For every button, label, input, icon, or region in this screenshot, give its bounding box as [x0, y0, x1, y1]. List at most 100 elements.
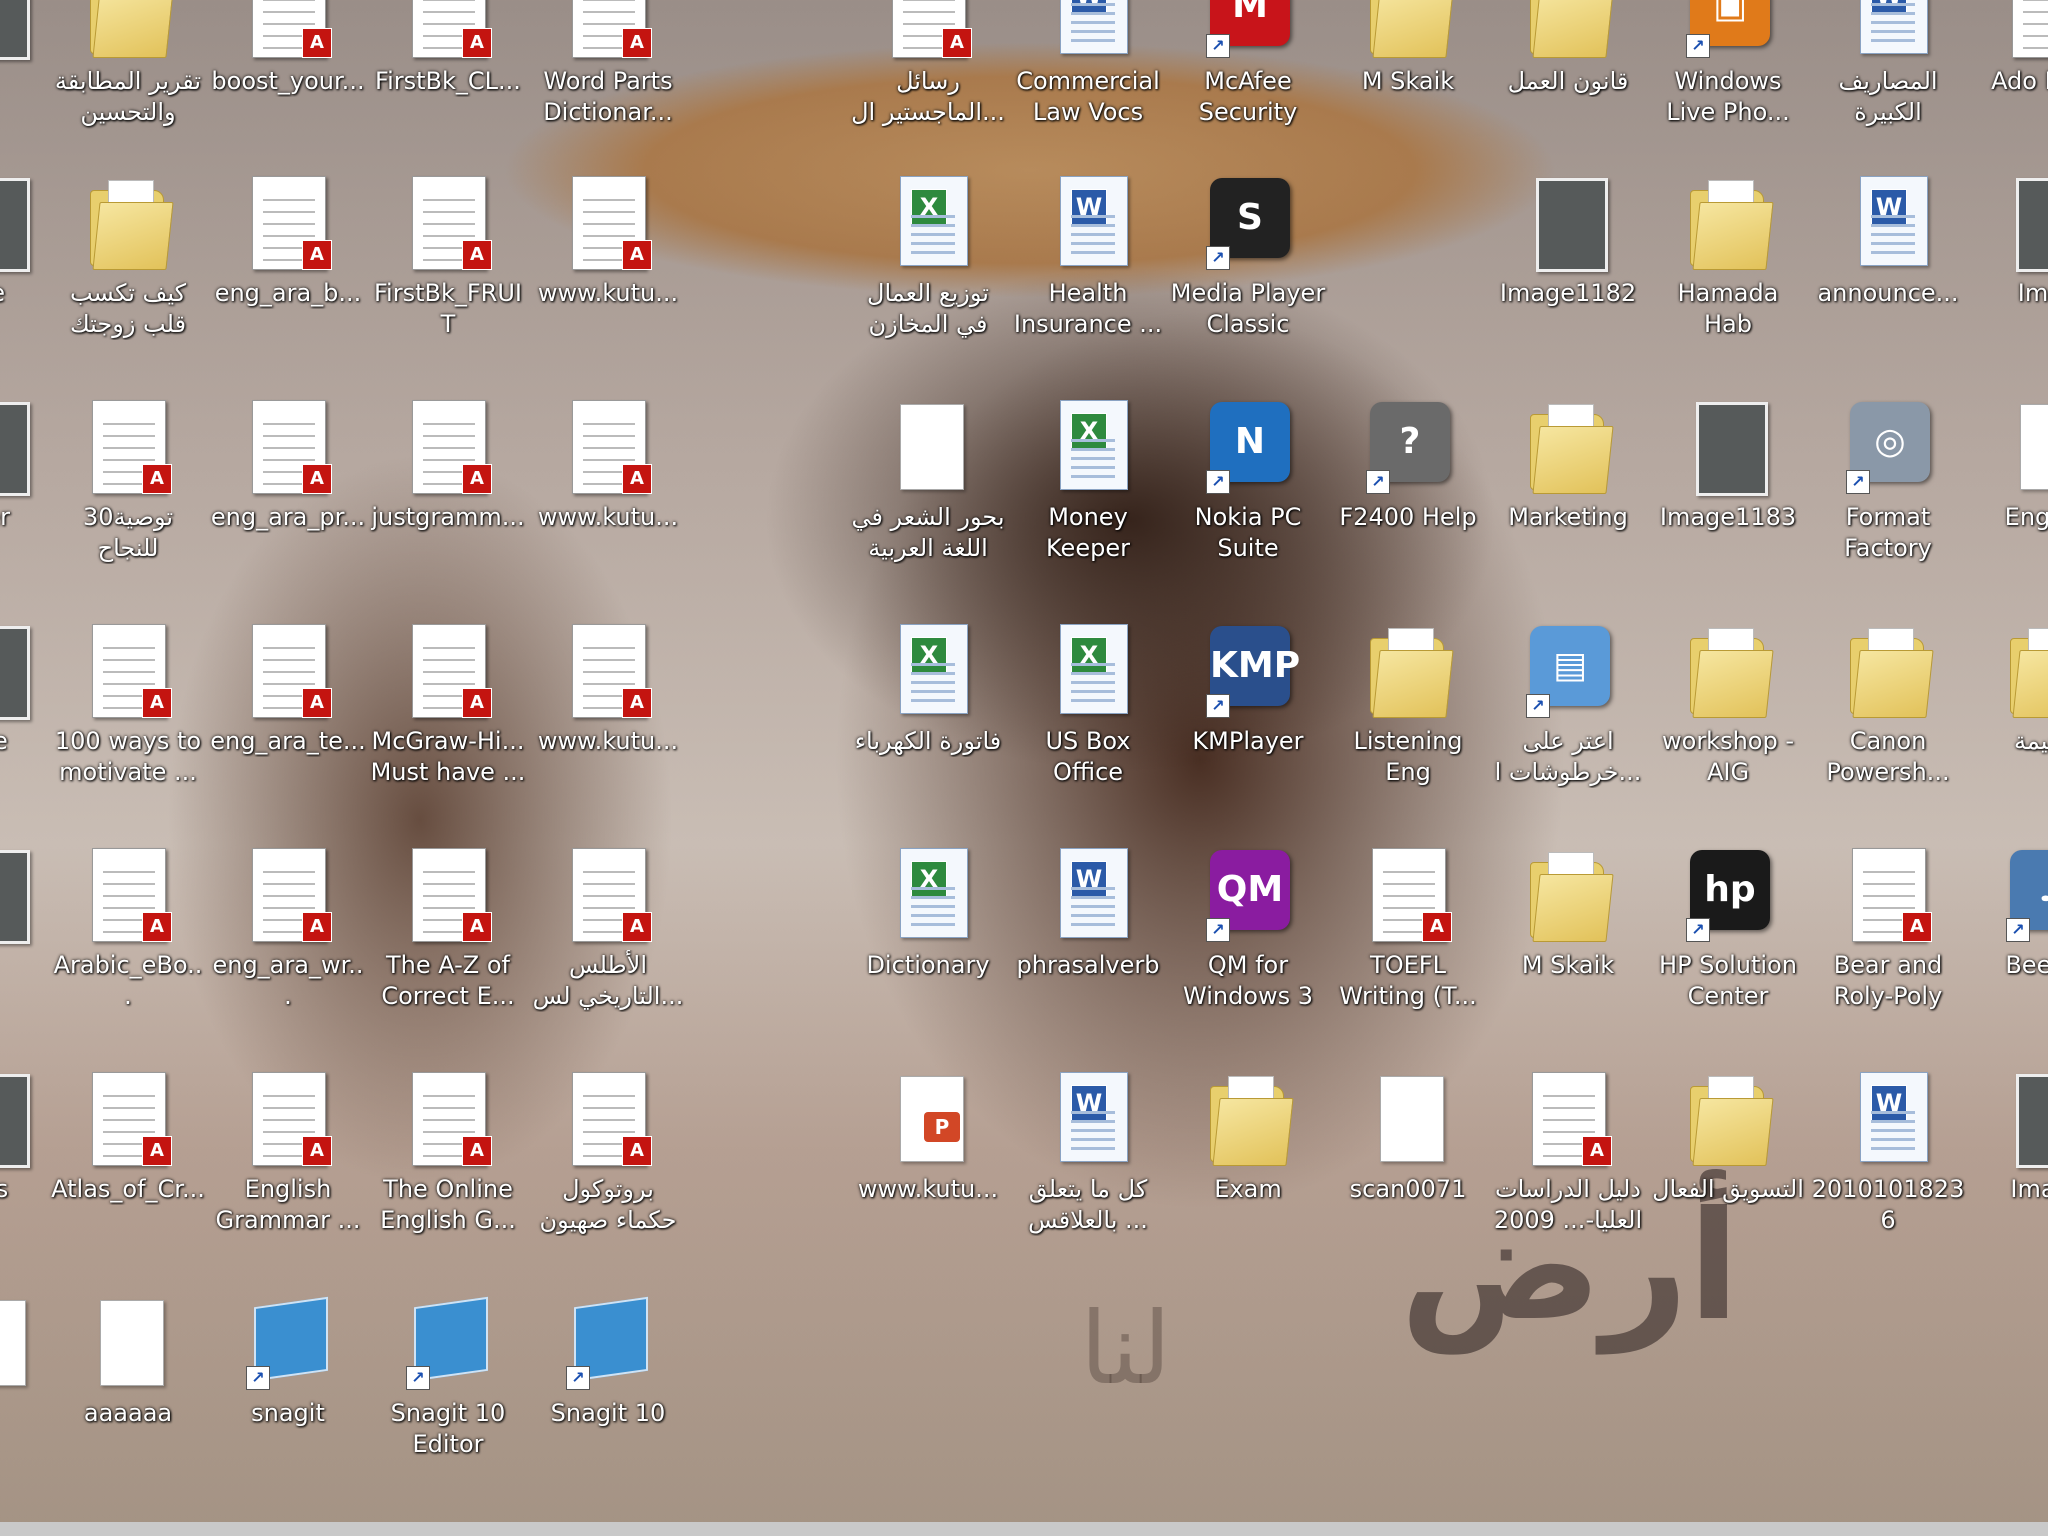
wallpaper-text-secondary: لنا	[1080, 1290, 1172, 1407]
folder-icon	[1358, 620, 1458, 720]
pdf-file-icon: A	[238, 396, 338, 496]
desktop-icon[interactable]: Aeng_ara_te...	[208, 620, 368, 840]
pdf-badge-icon: A	[622, 28, 652, 58]
desktop-icon[interactable]: A English Grammar ...	[208, 1068, 368, 1288]
desktop-icon[interactable]: Image1183	[1648, 396, 1808, 616]
desktop-icon[interactable]: Awww.kutu...	[528, 620, 688, 840]
desktop-icon[interactable]: A الأطلس التاريخي لس...	[528, 844, 688, 1064]
desktop-icon[interactable]: X توزيع العمال في المخازن	[848, 172, 1008, 392]
desktop-icon[interactable]: W Commercial Law Vocs	[1008, 0, 1168, 180]
desktop-icon[interactable]: Aeng_ara_wr...	[208, 844, 368, 1064]
desktop-icon[interactable]: workshop -AIG	[1648, 620, 1808, 840]
desktop-icon[interactable]: Aeng_ara_pr...	[208, 396, 368, 616]
desktop-icon[interactable]: S ↗ Media Player Classic	[1168, 172, 1328, 392]
desktop-icon[interactable]: Marketing	[1488, 396, 1648, 616]
desktop-icon[interactable]: aaaaaa	[48, 1292, 208, 1512]
application-icon: QM ↗	[1198, 844, 1298, 944]
pdf-badge-icon: A	[942, 28, 972, 58]
taskbar[interactable]	[0, 1522, 2048, 1536]
folder-icon	[1518, 844, 1618, 944]
desktop-icon[interactable]: Awww.kutu...	[528, 396, 688, 616]
desktop-icon[interactable]: A رسائل الماجستير ال...	[848, 0, 1008, 180]
desktop-icon[interactable]: بحور الشعر في اللغة العربية	[848, 396, 1008, 616]
desktop-icon-label: Image	[2010, 1175, 2048, 1203]
blank-file-icon	[878, 396, 978, 496]
desktop-icon[interactable]: W 20101018236	[1808, 1068, 1968, 1288]
desktop-icon[interactable]: Aeng_ara_b...	[208, 172, 368, 392]
desktop-icon[interactable]: تقرير المطابقة والتحسين 2010	[48, 0, 208, 180]
desktop-icon[interactable]: Ajustgramm...	[368, 396, 528, 616]
desktop-icon[interactable]: Wannounce...	[1808, 172, 1968, 392]
desktop-icon[interactable]: A FirstBk_FRUIT	[368, 172, 528, 392]
application-icon: ▤ ↗	[1518, 620, 1618, 720]
pdf-file-icon: A	[558, 0, 658, 60]
desktop-icon[interactable]: ◎ ↗ Format Factory	[1808, 396, 1968, 616]
desktop-icon[interactable]: X Money Keeper	[1008, 396, 1168, 616]
desktop-icon[interactable]: قانون العمل	[1488, 0, 1648, 180]
pdf-badge-icon: A	[302, 1136, 332, 1166]
desktop-icon[interactable]: W المصاريف الكبيرة	[1808, 0, 1968, 180]
desktop-icon[interactable]: Image1182	[1488, 172, 1648, 392]
desktop-icon[interactable]: ? ↗ F2400 Help	[1328, 396, 1488, 616]
desktop-icon[interactable]: A The Online English G...	[368, 1068, 528, 1288]
desktop-icon[interactable]: English	[1968, 396, 2048, 616]
desktop-icon[interactable]: ▣ ↗ Windows Live Pho...	[1648, 0, 1808, 180]
desktop-icon[interactable]: A The A-Z of Correct E...	[368, 844, 528, 1064]
desktop-icon[interactable]: W Health Insurance ...	[1008, 172, 1168, 392]
desktop-icon-label: كل ما يتعلق بالعلاقس ...	[1028, 1175, 1148, 1234]
desktop-icon[interactable]: A McGraw-Hi... Must have ...	[368, 620, 528, 840]
desktop-icon[interactable]: N ↗ Nokia PC Suite	[1168, 396, 1328, 616]
desktop-icon[interactable]: ↗ Snagit 10 Editor	[368, 1292, 528, 1512]
excel-sheet-icon: X	[878, 844, 978, 944]
desktop-icon[interactable]: M Skaik	[1328, 0, 1488, 180]
desktop-icon[interactable]: X Dictionary	[848, 844, 1008, 1064]
desktop-icon-label: eng_ara_b...	[214, 279, 362, 307]
desktop-icon-label: QM for Windows 3	[1182, 951, 1314, 1010]
desktop-icon[interactable]: A FirstBk_CL...	[368, 0, 528, 180]
desktop-icon[interactable]: hp ↗ HP Solution Center	[1648, 844, 1808, 1064]
desktop-icon[interactable]: X US Box Office	[1008, 620, 1168, 840]
desktop-icon[interactable]: scan0071	[1328, 1068, 1488, 1288]
desktop-icon-label: 30توصية للنجاح	[82, 503, 174, 562]
desktop-icon[interactable]: Canon Powersh...	[1808, 620, 1968, 840]
desktop-icon[interactable]: A TOEFL Writing (T...	[1328, 844, 1488, 1064]
desktop-icon[interactable]: التسويق الفعال	[1648, 1068, 1808, 1288]
desktop-icon[interactable]: M↗ McAfee Security Sc...	[1168, 0, 1328, 180]
desktop-icon[interactable]: Imag	[1968, 172, 2048, 392]
desktop-icon[interactable]: Exam	[1168, 1068, 1328, 1288]
desktop-icon-label: Hamada Hab	[1677, 279, 1779, 338]
desktop-icon[interactable]: A Arabic_eBo...	[48, 844, 208, 1064]
desktop-icon-label: McGraw-Hi... Must have ...	[370, 727, 526, 786]
desktop-icon[interactable]: Image	[1968, 1068, 2048, 1288]
desktop-icon[interactable]: KMP ↗ KMPlayer	[1168, 620, 1328, 840]
desktop-icon[interactable]: Hamada Hab	[1648, 172, 1808, 392]
desktop-icon[interactable]: A 100 ways to motivate ...	[48, 620, 208, 840]
desktop-icon[interactable]: و خيمة	[1968, 620, 2048, 840]
desktop-icon[interactable]: ♪↗ Beetho	[1968, 844, 2048, 1064]
desktop-icon[interactable]: A دليل الدراسات العليا-... 2009	[1488, 1068, 1648, 1288]
desktop-icon[interactable]: A 30توصية للنجاح	[48, 396, 208, 616]
desktop-icon[interactable]: A Word Parts Dictionar...	[528, 0, 688, 180]
desktop-icon[interactable]: Listening Eng	[1328, 620, 1488, 840]
desktop-icon[interactable]: ↗ snagit	[208, 1292, 368, 1512]
desktop-icon-label: snagit	[251, 1399, 325, 1427]
desktop-icon[interactable]: A Bear and Roly-Poly	[1808, 844, 1968, 1064]
desktop-icon[interactable]: A بروتوكول حكماء صهيون	[528, 1068, 688, 1288]
desktop-icon[interactable]: QM ↗ QM for Windows 3	[1168, 844, 1328, 1064]
desktop-icon[interactable]: W كل ما يتعلق بالعلاقس ...	[1008, 1068, 1168, 1288]
desktop-icon[interactable]: Aboost_your...	[208, 0, 368, 180]
desktop-icon[interactable]: A Atlas_of_Cr...	[48, 1068, 208, 1288]
desktop-icon[interactable]: ▤ ↗ اعتر على خرطوشات ا...	[1488, 620, 1648, 840]
desktop-icon[interactable]: Wphrasalverb	[1008, 844, 1168, 1064]
desktop-icon[interactable]: X فاتورة الكهرباء	[848, 620, 1008, 840]
desktop-icon[interactable]: Awww.kutu...	[528, 172, 688, 392]
pdf-file-icon: A	[398, 620, 498, 720]
desktop-icon[interactable]: Pwww.kutu...	[848, 1068, 1008, 1288]
desktop-icon[interactable]: ↗ Snagit 10	[528, 1292, 688, 1512]
desktop-icon[interactable]: M Skaik	[1488, 844, 1648, 1064]
word-document-icon: W	[1038, 844, 1138, 944]
desktop-icon[interactable]: A Ado Read	[1968, 0, 2048, 180]
snagit-icon: ↗	[398, 1292, 498, 1392]
desktop-icon-label: F2400 Help	[1339, 503, 1477, 531]
desktop-icon[interactable]: كيف تكسب قلب زوجتك	[48, 172, 208, 392]
